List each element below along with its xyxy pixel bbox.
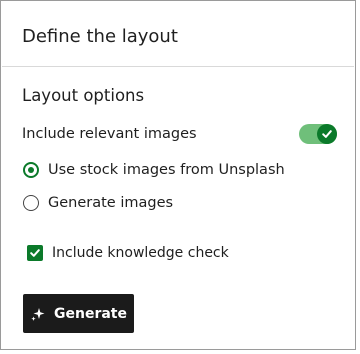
toggle-knob [317,124,337,144]
images-toggle-label: Include relevant images [22,126,197,142]
section-heading: Layout options [22,86,145,105]
radio-button-checked[interactable] [23,162,39,178]
check-icon [322,130,332,138]
radio-label: Generate images [48,195,174,211]
images-toggle[interactable] [299,124,337,144]
knowledge-check-label: Include knowledge check [52,245,229,261]
panel-title: Define the layout [22,26,178,47]
layout-panel: Define the layout Layout options Include… [0,0,356,350]
radio-option-generate[interactable]: Generate images [23,195,173,211]
generate-button[interactable]: Generate [23,294,134,333]
sparkle-icon [30,306,46,322]
title-divider [2,66,354,67]
radio-button-unchecked[interactable] [23,195,39,211]
radio-option-unsplash[interactable]: Use stock images from Unsplash [23,162,285,178]
knowledge-check-option[interactable]: Include knowledge check [27,245,229,261]
knowledge-check-checkbox[interactable] [27,245,43,261]
radio-label: Use stock images from Unsplash [48,162,285,178]
generate-button-label: Generate [54,305,127,322]
checkmark-icon [30,249,40,257]
